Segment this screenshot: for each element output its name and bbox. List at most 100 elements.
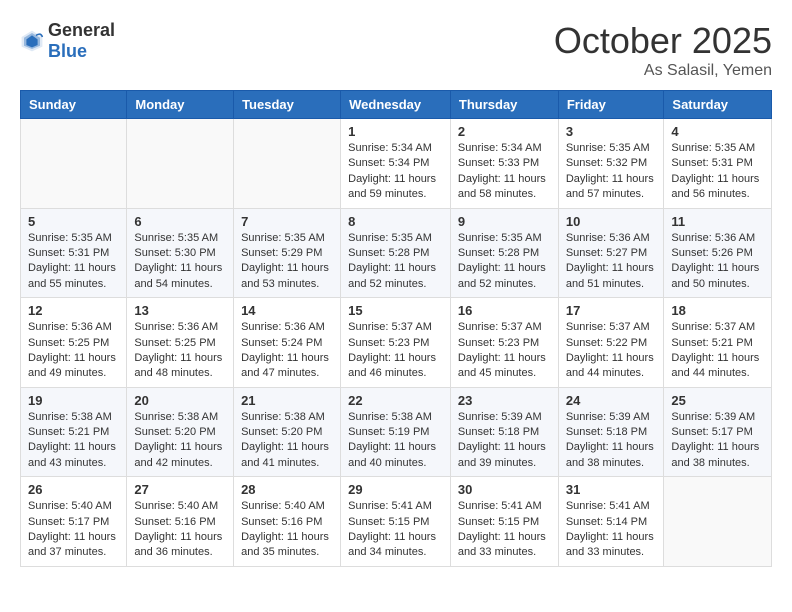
month-title: October 2025 [554,20,772,62]
day-number: 22 [348,393,443,408]
calendar-cell: 2 Sunrise: 5:34 AM Sunset: 5:33 PM Daylig… [450,119,558,209]
weekday-header-sunday: Sunday [21,91,127,119]
calendar-cell: 8 Sunrise: 5:35 AM Sunset: 5:28 PM Daylig… [341,208,451,298]
day-info: Sunrise: 5:40 AM Sunset: 5:16 PM Dayligh… [241,499,333,561]
calendar-cell: 9 Sunrise: 5:35 AM Sunset: 5:28 PM Daylig… [450,208,558,298]
day-info: Sunrise: 5:35 AM Sunset: 5:28 PM Dayligh… [458,231,551,293]
day-info: Sunrise: 5:36 AM Sunset: 5:24 PM Dayligh… [241,320,333,382]
day-info: Sunrise: 5:35 AM Sunset: 5:32 PM Dayligh… [566,141,657,203]
calendar-week-row: 19 Sunrise: 5:38 AM Sunset: 5:21 PM Dayli… [21,387,772,477]
day-number: 9 [458,214,551,229]
day-number: 10 [566,214,657,229]
day-number: 12 [28,303,119,318]
title-block: October 2025 As Salasil, Yemen [554,20,772,80]
calendar-week-row: 5Sunrise: 5:35 AM Sunset: 5:31 PM Daylig… [21,208,772,298]
day-info: Sunrise: 5:38 AM Sunset: 5:21 PM Dayligh… [28,410,119,472]
weekday-header-wednesday: Wednesday [341,91,451,119]
day-info: Sunrise: 5:38 AM Sunset: 5:19 PM Dayligh… [348,410,443,472]
calendar-cell: 28 Sunrise: 5:40 AM Sunset: 5:16 PM Dayli… [234,477,341,567]
day-number: 7 [241,214,333,229]
calendar-week-row: 12 Sunrise: 5:36 AM Sunset: 5:25 PM Dayli… [21,298,772,388]
day-info: Sunrise: 5:41 AM Sunset: 5:15 PM Dayligh… [348,499,443,561]
logo-icon [20,29,44,53]
weekday-header-row: SundayMondayTuesdayWednesdayThursdayFrid… [21,91,772,119]
day-number: 11 [671,214,764,229]
calendar-cell: 31Sunrise: 5:41 AM Sunset: 5:14 PM Dayli… [558,477,664,567]
day-number: 25 [671,393,764,408]
day-info: Sunrise: 5:37 AM Sunset: 5:21 PM Dayligh… [671,320,764,382]
day-info: Sunrise: 5:41 AM Sunset: 5:15 PM Dayligh… [458,499,551,561]
calendar-week-row: 26Sunrise: 5:40 AM Sunset: 5:17 PM Dayli… [21,477,772,567]
calendar-cell: 14 Sunrise: 5:36 AM Sunset: 5:24 PM Dayli… [234,298,341,388]
day-number: 19 [28,393,119,408]
day-info: Sunrise: 5:35 AM Sunset: 5:29 PM Dayligh… [241,231,333,293]
day-info: Sunrise: 5:36 AM Sunset: 5:26 PM Dayligh… [671,231,764,293]
calendar-cell [664,477,772,567]
day-number: 16 [458,303,551,318]
calendar-cell: 26Sunrise: 5:40 AM Sunset: 5:17 PM Dayli… [21,477,127,567]
day-number: 2 [458,124,551,139]
calendar-cell: 10Sunrise: 5:36 AM Sunset: 5:27 PM Dayli… [558,208,664,298]
day-number: 30 [458,482,551,497]
calendar-cell: 13Sunrise: 5:36 AM Sunset: 5:25 PM Dayli… [127,298,234,388]
day-info: Sunrise: 5:35 AM Sunset: 5:28 PM Dayligh… [348,231,443,293]
day-number: 17 [566,303,657,318]
calendar-cell: 25Sunrise: 5:39 AM Sunset: 5:17 PM Dayli… [664,387,772,477]
day-number: 1 [348,124,443,139]
day-number: 29 [348,482,443,497]
calendar-cell: 19 Sunrise: 5:38 AM Sunset: 5:21 PM Dayli… [21,387,127,477]
day-number: 24 [566,393,657,408]
calendar-cell: 18 Sunrise: 5:37 AM Sunset: 5:21 PM Dayli… [664,298,772,388]
day-info: Sunrise: 5:39 AM Sunset: 5:18 PM Dayligh… [458,410,551,472]
page-header: General Blue October 2025 As Salasil, Ye… [20,20,772,80]
location-subtitle: As Salasil, Yemen [554,62,772,80]
day-info: Sunrise: 5:39 AM Sunset: 5:18 PM Dayligh… [566,410,657,472]
day-info: Sunrise: 5:34 AM Sunset: 5:34 PM Dayligh… [348,141,443,203]
day-number: 21 [241,393,333,408]
weekday-header-saturday: Saturday [664,91,772,119]
day-number: 14 [241,303,333,318]
calendar-week-row: 1 Sunrise: 5:34 AM Sunset: 5:34 PM Daylig… [21,119,772,209]
day-number: 18 [671,303,764,318]
day-info: Sunrise: 5:38 AM Sunset: 5:20 PM Dayligh… [134,410,226,472]
calendar-cell: 12 Sunrise: 5:36 AM Sunset: 5:25 PM Dayli… [21,298,127,388]
day-info: Sunrise: 5:36 AM Sunset: 5:25 PM Dayligh… [134,320,226,382]
calendar-cell: 17 Sunrise: 5:37 AM Sunset: 5:22 PM Dayli… [558,298,664,388]
day-number: 28 [241,482,333,497]
day-info: Sunrise: 5:36 AM Sunset: 5:25 PM Dayligh… [28,320,119,382]
calendar-cell: 22 Sunrise: 5:38 AM Sunset: 5:19 PM Dayli… [341,387,451,477]
day-number: 23 [458,393,551,408]
weekday-header-thursday: Thursday [450,91,558,119]
calendar-cell: 3 Sunrise: 5:35 AM Sunset: 5:32 PM Daylig… [558,119,664,209]
calendar-cell: 21 Sunrise: 5:38 AM Sunset: 5:20 PM Dayli… [234,387,341,477]
day-info: Sunrise: 5:40 AM Sunset: 5:17 PM Dayligh… [28,499,119,561]
calendar-cell: 20Sunrise: 5:38 AM Sunset: 5:20 PM Dayli… [127,387,234,477]
day-info: Sunrise: 5:37 AM Sunset: 5:23 PM Dayligh… [458,320,551,382]
day-number: 3 [566,124,657,139]
weekday-header-monday: Monday [127,91,234,119]
day-info: Sunrise: 5:40 AM Sunset: 5:16 PM Dayligh… [134,499,226,561]
calendar-cell [234,119,341,209]
calendar-cell: 16 Sunrise: 5:37 AM Sunset: 5:23 PM Dayli… [450,298,558,388]
day-number: 27 [134,482,226,497]
day-info: Sunrise: 5:38 AM Sunset: 5:20 PM Dayligh… [241,410,333,472]
day-number: 4 [671,124,764,139]
day-info: Sunrise: 5:34 AM Sunset: 5:33 PM Dayligh… [458,141,551,203]
day-number: 8 [348,214,443,229]
day-info: Sunrise: 5:41 AM Sunset: 5:14 PM Dayligh… [566,499,657,561]
weekday-header-friday: Friday [558,91,664,119]
logo: General Blue [20,20,115,62]
weekday-header-tuesday: Tuesday [234,91,341,119]
calendar-cell: 27 Sunrise: 5:40 AM Sunset: 5:16 PM Dayli… [127,477,234,567]
calendar-cell: 7 Sunrise: 5:35 AM Sunset: 5:29 PM Daylig… [234,208,341,298]
logo-name: General Blue [48,20,115,62]
calendar-cell: 29 Sunrise: 5:41 AM Sunset: 5:15 PM Dayli… [341,477,451,567]
calendar-cell: 23 Sunrise: 5:39 AM Sunset: 5:18 PM Dayli… [450,387,558,477]
day-info: Sunrise: 5:37 AM Sunset: 5:23 PM Dayligh… [348,320,443,382]
day-info: Sunrise: 5:37 AM Sunset: 5:22 PM Dayligh… [566,320,657,382]
day-number: 5 [28,214,119,229]
calendar-cell: 5Sunrise: 5:35 AM Sunset: 5:31 PM Daylig… [21,208,127,298]
day-info: Sunrise: 5:35 AM Sunset: 5:31 PM Dayligh… [671,141,764,203]
calendar-cell: 11 Sunrise: 5:36 AM Sunset: 5:26 PM Dayli… [664,208,772,298]
calendar-cell: 24 Sunrise: 5:39 AM Sunset: 5:18 PM Dayli… [558,387,664,477]
